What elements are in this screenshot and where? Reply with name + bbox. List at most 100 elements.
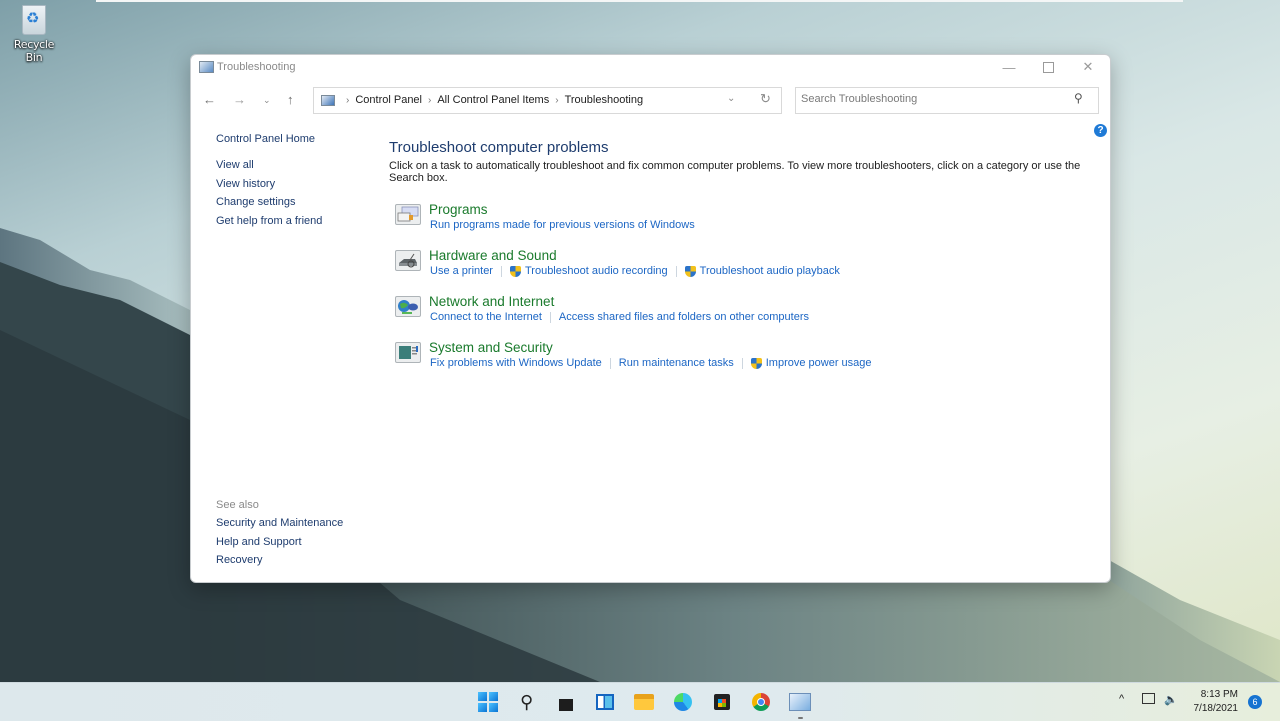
system-security-category-link[interactable]: System and Security	[429, 340, 553, 355]
task-label: Access shared files and folders on other…	[558, 311, 809, 323]
task-label: Fix problems with Windows Update	[430, 357, 602, 369]
breadcrumb-separator[interactable]: ›	[555, 95, 558, 106]
widgets-icon	[596, 694, 614, 710]
uac-shield-icon	[684, 265, 696, 277]
run-older-programs-link[interactable]: Run programs made for previous versions …	[430, 219, 695, 231]
refresh-icon[interactable]: ↻	[760, 91, 771, 107]
forward-button[interactable]: →	[233, 92, 246, 107]
troubleshooting-window: Troubleshooting — ✕ ← → ⌄ ↑ › Control Pan…	[190, 54, 1111, 583]
view-history-link[interactable]: View history	[216, 178, 376, 192]
left-pane: Control Panel Home View all View history…	[216, 133, 376, 233]
network-icon[interactable]	[1142, 693, 1155, 707]
programs-category-link[interactable]: Programs	[429, 202, 488, 217]
task-divider	[500, 265, 502, 277]
change-settings-link[interactable]: Change settings	[216, 196, 376, 210]
back-button[interactable]: ←	[203, 92, 216, 107]
recycle-bin-icon	[22, 5, 46, 35]
title-bar[interactable]: Troubleshooting — ✕	[191, 55, 1110, 81]
notification-badge[interactable]: 6	[1248, 695, 1262, 709]
network-internet-category-link[interactable]: Network and Internet	[429, 294, 554, 309]
maximize-icon	[1042, 61, 1054, 73]
up-button[interactable]: ↑	[287, 92, 294, 107]
improve-power-usage-link[interactable]: Improve power usage	[750, 357, 872, 369]
navigation-bar: ← → ⌄ ↑ › Control Panel › All Control Panel…	[191, 87, 1110, 115]
page-description: Click on a task to automatically trouble…	[389, 160, 1081, 184]
edge-button[interactable]	[672, 691, 694, 713]
maximize-button[interactable]	[1028, 55, 1068, 79]
taskbar-search-button[interactable]: ⚲	[516, 691, 538, 713]
clock-time: 8:13 PM	[1200, 689, 1238, 700]
main-content: Troubleshoot computer problems Click on …	[389, 139, 1101, 386]
recent-locations-button[interactable]: ⌄	[263, 95, 271, 106]
use-printer-link[interactable]: Use a printer	[430, 265, 493, 277]
help-icon[interactable]: ?	[1094, 124, 1107, 137]
search-icon: ⚲	[520, 691, 534, 712]
task-label: Run programs made for previous versions …	[430, 219, 695, 231]
recycle-bin[interactable]: Recycle Bin	[4, 5, 64, 64]
category-system-security: System and Security Fix problems with Wi…	[389, 340, 1101, 386]
access-shared-files-link[interactable]: Access shared files and folders on other…	[559, 311, 809, 323]
view-all-link[interactable]: View all	[216, 159, 376, 173]
chrome-button[interactable]	[750, 691, 772, 713]
troubleshoot-audio-playback-link[interactable]: Troubleshoot audio playback	[684, 265, 840, 277]
clock[interactable]: 8:13 PM 7/18/2021	[1186, 688, 1239, 716]
top-strip	[96, 0, 1183, 2]
connect-internet-link[interactable]: Connect to the Internet	[430, 311, 542, 323]
file-explorer-button[interactable]	[633, 691, 655, 713]
run-maintenance-link[interactable]: Run maintenance tasks	[619, 357, 734, 369]
task-view-button[interactable]	[555, 691, 577, 713]
address-dropdown-icon[interactable]: ⌄	[727, 93, 735, 104]
system-security-tasks: Fix problems with Windows Update Run mai…	[430, 357, 872, 369]
control-panel-taskbar-button[interactable]	[789, 691, 811, 713]
recovery-link[interactable]: Recovery	[216, 554, 376, 568]
programs-tasks: Run programs made for previous versions …	[430, 219, 695, 231]
folder-icon	[634, 694, 654, 710]
clock-date: 7/18/2021	[1193, 703, 1239, 714]
start-button[interactable]	[477, 691, 499, 713]
recycle-bin-label: Recycle Bin	[13, 38, 55, 64]
uac-shield-icon	[750, 357, 762, 369]
search-icon[interactable]: ⚲	[1074, 91, 1083, 105]
category-programs: Programs Run programs made for previous …	[389, 202, 1101, 248]
see-also-header: See also	[216, 499, 259, 511]
programs-icon	[395, 204, 421, 225]
minimize-button[interactable]: —	[989, 55, 1029, 79]
breadcrumb-separator[interactable]: ›	[346, 95, 349, 106]
control-panel-icon	[789, 693, 811, 711]
search-input[interactable]	[801, 93, 1061, 105]
volume-icon[interactable]: 🔈	[1164, 693, 1178, 706]
control-panel-icon	[199, 61, 214, 73]
breadcrumb-all-control-panel-items[interactable]: All Control Panel Items	[437, 94, 549, 106]
windows-logo-icon	[478, 692, 498, 712]
control-panel-home-link[interactable]: Control Panel Home	[216, 133, 376, 145]
help-support-link[interactable]: Help and Support	[216, 536, 376, 550]
breadcrumb-troubleshooting[interactable]: Troubleshooting	[565, 94, 643, 106]
task-divider	[609, 357, 611, 369]
get-help-from-friend-link[interactable]: Get help from a friend	[216, 215, 376, 229]
window-title: Troubleshooting	[217, 61, 296, 73]
active-app-indicator	[798, 717, 803, 719]
task-divider	[741, 357, 743, 369]
task-label: Connect to the Internet	[430, 311, 542, 323]
troubleshoot-audio-recording-link[interactable]: Troubleshoot audio recording	[509, 265, 668, 277]
breadcrumb-control-panel[interactable]: Control Panel	[355, 94, 422, 106]
taskbar: ⚲ ^ 🔈 8:13 PM 7/18/2021 6	[0, 682, 1280, 721]
task-label: Troubleshoot audio playback	[699, 265, 840, 277]
close-button[interactable]: ✕	[1068, 55, 1108, 79]
hardware-sound-category-link[interactable]: Hardware and Sound	[429, 248, 557, 263]
fix-windows-update-link[interactable]: Fix problems with Windows Update	[430, 357, 602, 369]
task-label: Run maintenance tasks	[618, 357, 734, 369]
breadcrumb-separator[interactable]: ›	[428, 95, 431, 106]
show-hidden-icons-chevron-icon[interactable]: ^	[1119, 693, 1124, 705]
category-network-internet: Network and Internet Connect to the Inte…	[389, 294, 1101, 340]
widgets-button[interactable]	[594, 691, 616, 713]
task-divider	[549, 311, 551, 323]
security-maintenance-link[interactable]: Security and Maintenance	[216, 517, 376, 531]
address-bar[interactable]: › Control Panel › All Control Panel Items › T…	[313, 87, 782, 114]
uac-shield-icon	[509, 265, 521, 277]
system-security-icon	[395, 342, 421, 363]
network-internet-tasks: Connect to the Internet Access shared fi…	[430, 311, 809, 323]
store-button[interactable]	[711, 691, 733, 713]
search-box[interactable]: ⚲	[795, 87, 1099, 114]
edge-icon	[674, 693, 692, 711]
